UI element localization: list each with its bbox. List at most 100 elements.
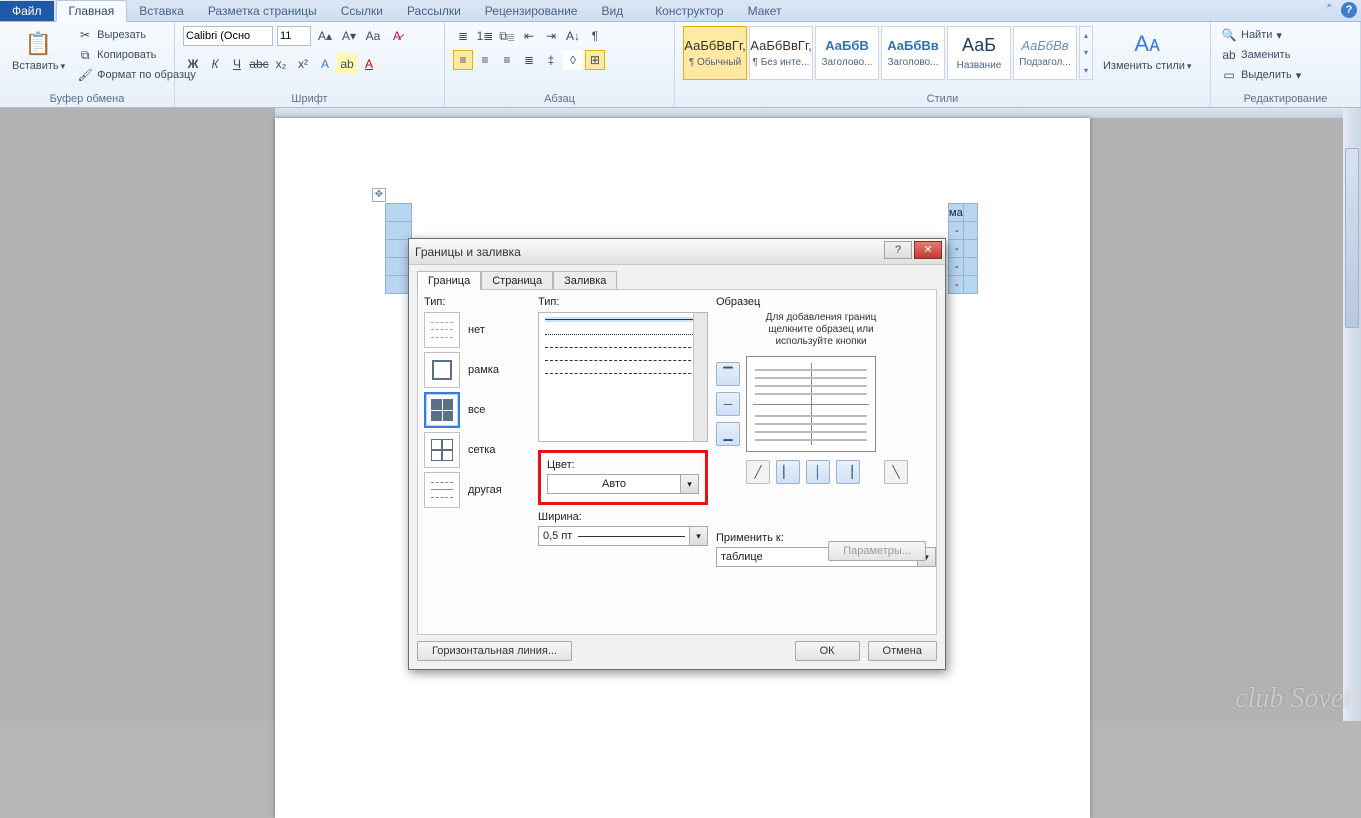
tab-insert[interactable]: Вставка [127, 1, 196, 21]
style-heading2[interactable]: АаБбВвЗаголово... [881, 26, 945, 80]
highlight-button[interactable]: ab [337, 54, 357, 74]
paste-button[interactable]: 📋 Вставить [8, 26, 69, 74]
style-gallery[interactable]: АаБбВвГг,¶ Обычный АаБбВвГг,¶ Без инте..… [683, 26, 1093, 80]
dialog-help-button[interactable]: ? [884, 241, 912, 259]
style-list-scrollbar[interactable] [693, 313, 707, 441]
bold-button[interactable]: Ж [183, 54, 203, 74]
subscript-button[interactable]: x₂ [271, 54, 291, 74]
tab-mailings[interactable]: Рассылки [395, 1, 473, 21]
dialog-titlebar[interactable]: Границы и заливка ? ✕ [409, 239, 945, 265]
group-styles: АаБбВвГг,¶ Обычный АаБбВвГг,¶ Без инте..… [675, 22, 1211, 107]
group-label: Абзац [453, 91, 666, 105]
preview-right-border-button[interactable]: ▕ [836, 460, 860, 484]
italic-button[interactable]: К [205, 54, 225, 74]
group-editing: 🔍Найти ▾ abЗаменить ▭Выделить ▾ Редактир… [1211, 22, 1361, 107]
preview-left-border-button[interactable]: ▏ [776, 460, 800, 484]
line-spacing-button[interactable]: ‡ [541, 50, 561, 70]
font-color-button[interactable]: A [359, 54, 379, 74]
style-gallery-scroll[interactable]: ▴▾▾ [1079, 26, 1093, 80]
justify-button[interactable]: ≣ [519, 50, 539, 70]
change-styles-button[interactable]: Aᴀ Изменить стили [1099, 26, 1195, 74]
numbering-button[interactable]: 1≣ [475, 26, 495, 46]
tab-file[interactable]: Файл [0, 1, 54, 21]
style-subtitle[interactable]: АаБбВвПодзагол... [1013, 26, 1077, 80]
apply-to-label: Применить к: [716, 532, 784, 544]
style-normal[interactable]: АаБбВвГг,¶ Обычный [683, 26, 747, 80]
borders-button[interactable]: ⊞ [585, 50, 605, 70]
underline-button[interactable]: Ч [227, 54, 247, 74]
setting-type-label: Тип: [424, 296, 524, 308]
increase-indent-button[interactable]: ⇥ [541, 26, 561, 46]
setting-custom[interactable] [424, 472, 460, 508]
tab-design[interactable]: Конструктор [643, 1, 735, 21]
find-button[interactable]: 🔍Найти ▾ [1219, 26, 1303, 44]
horizontal-line-button[interactable]: Горизонтальная линия... [417, 641, 572, 661]
horizontal-ruler[interactable] [275, 108, 1343, 118]
decrease-indent-button[interactable]: ⇤ [519, 26, 539, 46]
preview-top-border-button[interactable]: ▔ [716, 362, 740, 386]
style-heading1[interactable]: АаБбВЗаголово... [815, 26, 879, 80]
grow-font-button[interactable]: A▴ [315, 26, 335, 46]
border-preview[interactable] [746, 356, 876, 452]
dialog-tab-page[interactable]: Страница [481, 271, 553, 290]
ok-button[interactable]: ОК [795, 641, 860, 661]
setting-type-column: Тип: нет рамка все сетка другая [424, 296, 524, 512]
superscript-button[interactable]: x² [293, 54, 313, 74]
scrollbar-thumb[interactable] [1345, 148, 1359, 328]
border-width-dropdown[interactable]: ▾ [690, 526, 708, 546]
show-marks-button[interactable]: ¶ [585, 26, 605, 46]
align-left-button[interactable]: ≡ [453, 50, 473, 70]
sort-button[interactable]: A↓ [563, 26, 583, 46]
preview-vmiddle-border-button[interactable]: │ [806, 460, 830, 484]
width-label: Ширина: [538, 511, 708, 523]
options-button[interactable]: Параметры... [828, 541, 926, 561]
preview-diag-up-button[interactable]: ╲ [884, 460, 908, 484]
preview-hmiddle-border-button[interactable]: ─ [716, 392, 740, 416]
multilevel-button[interactable]: ⧉≣ [497, 26, 517, 46]
replace-button[interactable]: abЗаменить [1219, 46, 1303, 64]
preview-note: Для добавления границ щелкните образец и… [716, 312, 926, 348]
tab-view[interactable]: Вид [589, 1, 635, 21]
tab-references[interactable]: Ссылки [329, 1, 395, 21]
cancel-button[interactable]: Отмена [868, 641, 937, 661]
scissors-icon: ✂ [77, 27, 93, 43]
border-color-dropdown[interactable]: ▾ [681, 474, 699, 494]
style-no-spacing[interactable]: АаБбВвГг,¶ Без инте... [749, 26, 813, 80]
shading-button[interactable]: ◊ [563, 50, 583, 70]
preview-bottom-border-button[interactable]: ▁ [716, 422, 740, 446]
border-color-combo[interactable]: Авто [547, 474, 681, 494]
align-center-button[interactable]: ≡ [475, 50, 495, 70]
preview-diag-down-button[interactable]: ╱ [746, 460, 770, 484]
style-title[interactable]: АаБНазвание [947, 26, 1011, 80]
strike-button[interactable]: abc [249, 54, 269, 74]
minimize-ribbon-icon[interactable]: ˆ [1321, 2, 1337, 18]
tab-layout[interactable]: Макет [736, 1, 794, 21]
border-style-list[interactable] [538, 312, 708, 442]
bullets-button[interactable]: ≣ [453, 26, 473, 46]
dialog-tab-shading[interactable]: Заливка [553, 271, 617, 290]
help-icon[interactable]: ? [1341, 2, 1357, 18]
table-move-handle[interactable]: ✥ [372, 188, 386, 202]
font-size-combo[interactable] [277, 26, 311, 46]
tab-page-layout[interactable]: Разметка страницы [196, 1, 329, 21]
shrink-font-button[interactable]: A▾ [339, 26, 359, 46]
setting-none[interactable] [424, 312, 460, 348]
dialog-tab-border[interactable]: Граница [417, 271, 481, 290]
change-case-button[interactable]: Aa [363, 26, 383, 46]
font-name-combo[interactable] [183, 26, 273, 46]
setting-grid[interactable] [424, 432, 460, 468]
tab-review[interactable]: Рецензирование [473, 1, 590, 21]
clear-format-button[interactable]: A̷ [387, 26, 407, 46]
setting-box[interactable] [424, 352, 460, 388]
border-width-combo[interactable]: 0,5 пт [538, 526, 690, 546]
align-right-button[interactable]: ≡ [497, 50, 517, 70]
group-font: A▴ A▾ Aa A̷ Ж К Ч abc x₂ x² A ab A Шрифт [175, 22, 445, 107]
document-workspace: ✥ ма - - - - Границы и заливка ? ✕ Грани… [0, 108, 1361, 721]
select-button[interactable]: ▭Выделить ▾ [1219, 66, 1303, 84]
setting-all[interactable] [424, 392, 460, 428]
vertical-scrollbar[interactable] [1343, 108, 1361, 721]
tab-home[interactable]: Главная [56, 0, 128, 22]
document-table-right[interactable]: ма - - - - [948, 203, 978, 294]
dialog-close-button[interactable]: ✕ [914, 241, 942, 259]
text-effects-button[interactable]: A [315, 54, 335, 74]
